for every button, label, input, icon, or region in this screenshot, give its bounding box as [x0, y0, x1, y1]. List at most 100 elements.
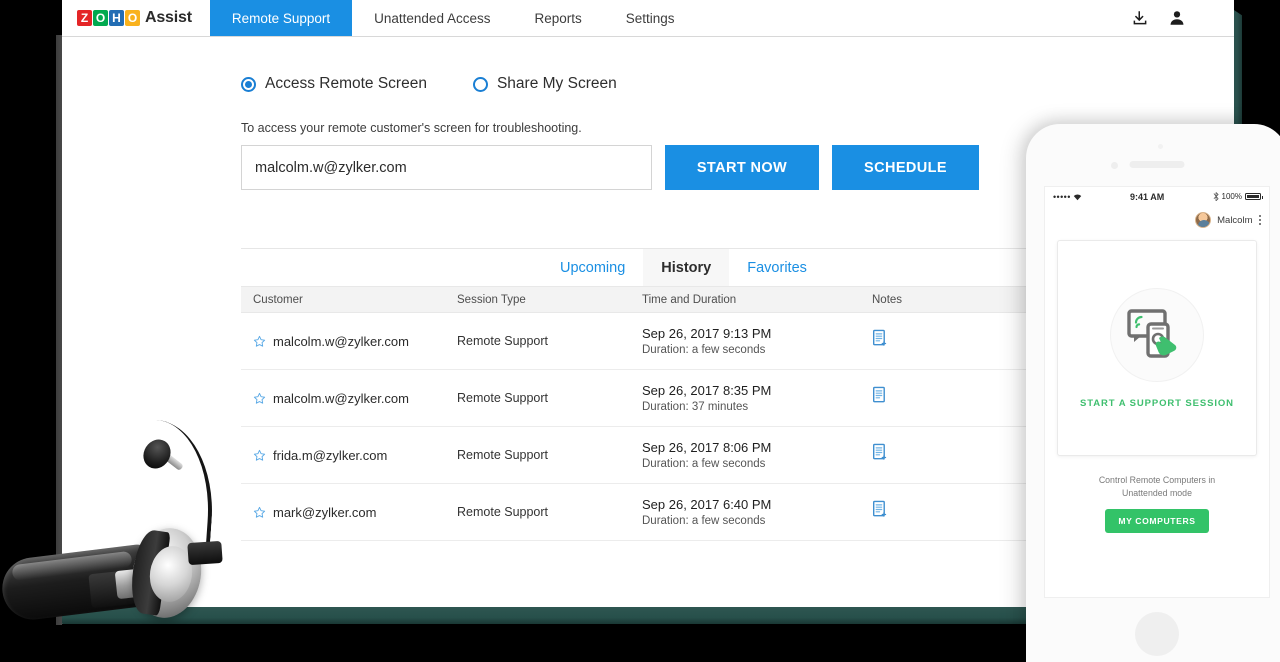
- avatar: [1195, 212, 1211, 228]
- my-computers-button[interactable]: MY COMPUTERS: [1105, 509, 1208, 533]
- signal-dots-icon: •••••: [1053, 192, 1071, 202]
- customer-email: mark@zylker.com: [273, 505, 377, 520]
- battery-icon: [1245, 193, 1261, 201]
- cell-time-duration: Sep 26, 2017 6:40 PM Duration: a few seco…: [630, 497, 860, 527]
- favorite-star-icon[interactable]: [253, 506, 266, 519]
- session-time: Sep 26, 2017 8:06 PM: [642, 440, 860, 455]
- unattended-text-line-1: Control Remote Computers in: [1045, 474, 1269, 487]
- remote-support-illustration: [1110, 288, 1204, 382]
- battery-percent-label: 100%: [1222, 192, 1242, 201]
- favorite-star-icon[interactable]: [253, 335, 266, 348]
- radio-label-access-remote-screen: Access Remote Screen: [265, 75, 427, 93]
- mode-hint-text: To access your remote customer's screen …: [241, 121, 582, 135]
- column-header-time-duration: Time and Duration: [630, 294, 860, 306]
- phone-speaker: [1130, 161, 1185, 168]
- wifi-icon: [1073, 193, 1082, 201]
- nav-items: Remote Support Unattended Access Reports…: [210, 0, 697, 36]
- customer-email: frida.m@zylker.com: [273, 448, 387, 463]
- radio-indicator-selected: [241, 77, 256, 92]
- session-type-label: Remote Support: [457, 391, 548, 405]
- phone-mockup: ••••• 9:41 AM 100% Malcolm: [1026, 124, 1280, 662]
- bluetooth-icon: [1213, 192, 1219, 201]
- cell-time-duration: Sep 26, 2017 8:35 PM Duration: 37 minutes: [630, 383, 860, 413]
- top-navigation-bar: Z O H O Assist Remote Support Unattended…: [62, 0, 1234, 37]
- radio-access-remote-screen[interactable]: Access Remote Screen: [241, 75, 427, 93]
- phone-user-name: Malcolm: [1217, 215, 1252, 226]
- note-add-icon[interactable]: [872, 506, 889, 523]
- session-type-label: Remote Support: [457, 334, 548, 348]
- phone-screen: ••••• 9:41 AM 100% Malcolm: [1044, 186, 1270, 598]
- favorite-star-icon[interactable]: [253, 449, 266, 462]
- note-icon[interactable]: [872, 392, 889, 409]
- statusbar-time: 9:41 AM: [1082, 192, 1213, 202]
- start-session-form: START NOW SCHEDULE: [241, 145, 979, 190]
- cell-customer: malcolm.w@zylker.com: [241, 334, 445, 349]
- phone-sensor: [1158, 144, 1163, 149]
- logo-tile-z: Z: [77, 10, 92, 26]
- session-type-label: Remote Support: [457, 448, 548, 462]
- customer-email: malcolm.w@zylker.com: [273, 391, 409, 406]
- favorite-star-icon[interactable]: [253, 392, 266, 405]
- more-options-icon[interactable]: [1259, 215, 1262, 226]
- nav-right-actions: [1131, 0, 1234, 36]
- logo-tile-o1: O: [93, 10, 108, 26]
- cell-customer: frida.m@zylker.com: [241, 448, 445, 463]
- customer-email-input[interactable]: [241, 145, 652, 190]
- session-time: Sep 26, 2017 8:35 PM: [642, 383, 860, 398]
- cell-notes: [860, 386, 1030, 410]
- tab-upcoming[interactable]: Upcoming: [542, 249, 643, 286]
- phone-footer: Control Remote Computers in Unattended m…: [1045, 474, 1269, 533]
- cell-session-type: Remote Support: [445, 503, 630, 521]
- zoho-logo-tiles: Z O H O: [77, 10, 140, 26]
- statusbar-right: 100%: [1213, 192, 1261, 201]
- cell-notes: [860, 500, 1030, 524]
- nav-item-remote-support[interactable]: Remote Support: [210, 0, 352, 36]
- session-duration: Duration: a few seconds: [642, 344, 860, 356]
- zoho-assist-logo[interactable]: Z O H O Assist: [62, 0, 210, 36]
- session-duration: Duration: 37 minutes: [642, 401, 860, 413]
- user-account-icon[interactable]: [1168, 9, 1186, 27]
- cell-session-type: Remote Support: [445, 446, 630, 464]
- cell-notes: [860, 329, 1030, 353]
- column-header-notes: Notes: [860, 294, 1030, 306]
- session-time: Sep 26, 2017 9:13 PM: [642, 326, 860, 341]
- cell-customer: malcolm.w@zylker.com: [241, 391, 445, 406]
- phone-user-row[interactable]: Malcolm: [1045, 206, 1269, 228]
- cell-notes: [860, 443, 1030, 467]
- start-support-session-card[interactable]: START A SUPPORT SESSION: [1057, 240, 1257, 456]
- cell-session-type: Remote Support: [445, 389, 630, 407]
- column-header-customer: Customer: [241, 294, 445, 306]
- nav-item-settings[interactable]: Settings: [604, 0, 697, 36]
- phone-camera: [1111, 162, 1118, 169]
- logo-product-name: Assist: [145, 9, 192, 27]
- column-header-session-type: Session Type: [445, 294, 630, 306]
- tab-favorites[interactable]: Favorites: [729, 249, 825, 286]
- radio-share-my-screen[interactable]: Share My Screen: [473, 75, 617, 93]
- phone-home-button[interactable]: [1135, 612, 1179, 656]
- download-icon[interactable]: [1131, 9, 1149, 27]
- cell-session-type: Remote Support: [445, 332, 630, 350]
- logo-tile-o2: O: [125, 10, 140, 26]
- cell-time-duration: Sep 26, 2017 9:13 PM Duration: a few seco…: [630, 326, 860, 356]
- nav-item-reports[interactable]: Reports: [512, 0, 603, 36]
- mode-radio-group: Access Remote Screen Share My Screen: [241, 75, 617, 93]
- session-duration: Duration: a few seconds: [642, 458, 860, 470]
- session-time: Sep 26, 2017 6:40 PM: [642, 497, 860, 512]
- nav-item-unattended-access[interactable]: Unattended Access: [352, 0, 512, 36]
- tab-history[interactable]: History: [643, 249, 729, 286]
- radio-label-share-my-screen: Share My Screen: [497, 75, 617, 93]
- session-type-label: Remote Support: [457, 505, 548, 519]
- cell-customer: mark@zylker.com: [241, 505, 445, 520]
- screenshot-stage: Z O H O Assist Remote Support Unattended…: [0, 0, 1280, 662]
- monitor-phone-hand-icon: [1126, 306, 1188, 364]
- start-support-session-label: START A SUPPORT SESSION: [1080, 398, 1234, 409]
- phone-statusbar: ••••• 9:41 AM 100%: [1045, 187, 1269, 206]
- session-duration: Duration: a few seconds: [642, 515, 860, 527]
- unattended-text-line-2: Unattended mode: [1045, 487, 1269, 500]
- statusbar-left: •••••: [1053, 192, 1082, 202]
- note-add-icon[interactable]: [872, 335, 889, 352]
- logo-tile-h: H: [109, 10, 124, 26]
- note-add-icon[interactable]: [872, 449, 889, 466]
- schedule-button[interactable]: SCHEDULE: [832, 145, 979, 190]
- start-now-button[interactable]: START NOW: [665, 145, 819, 190]
